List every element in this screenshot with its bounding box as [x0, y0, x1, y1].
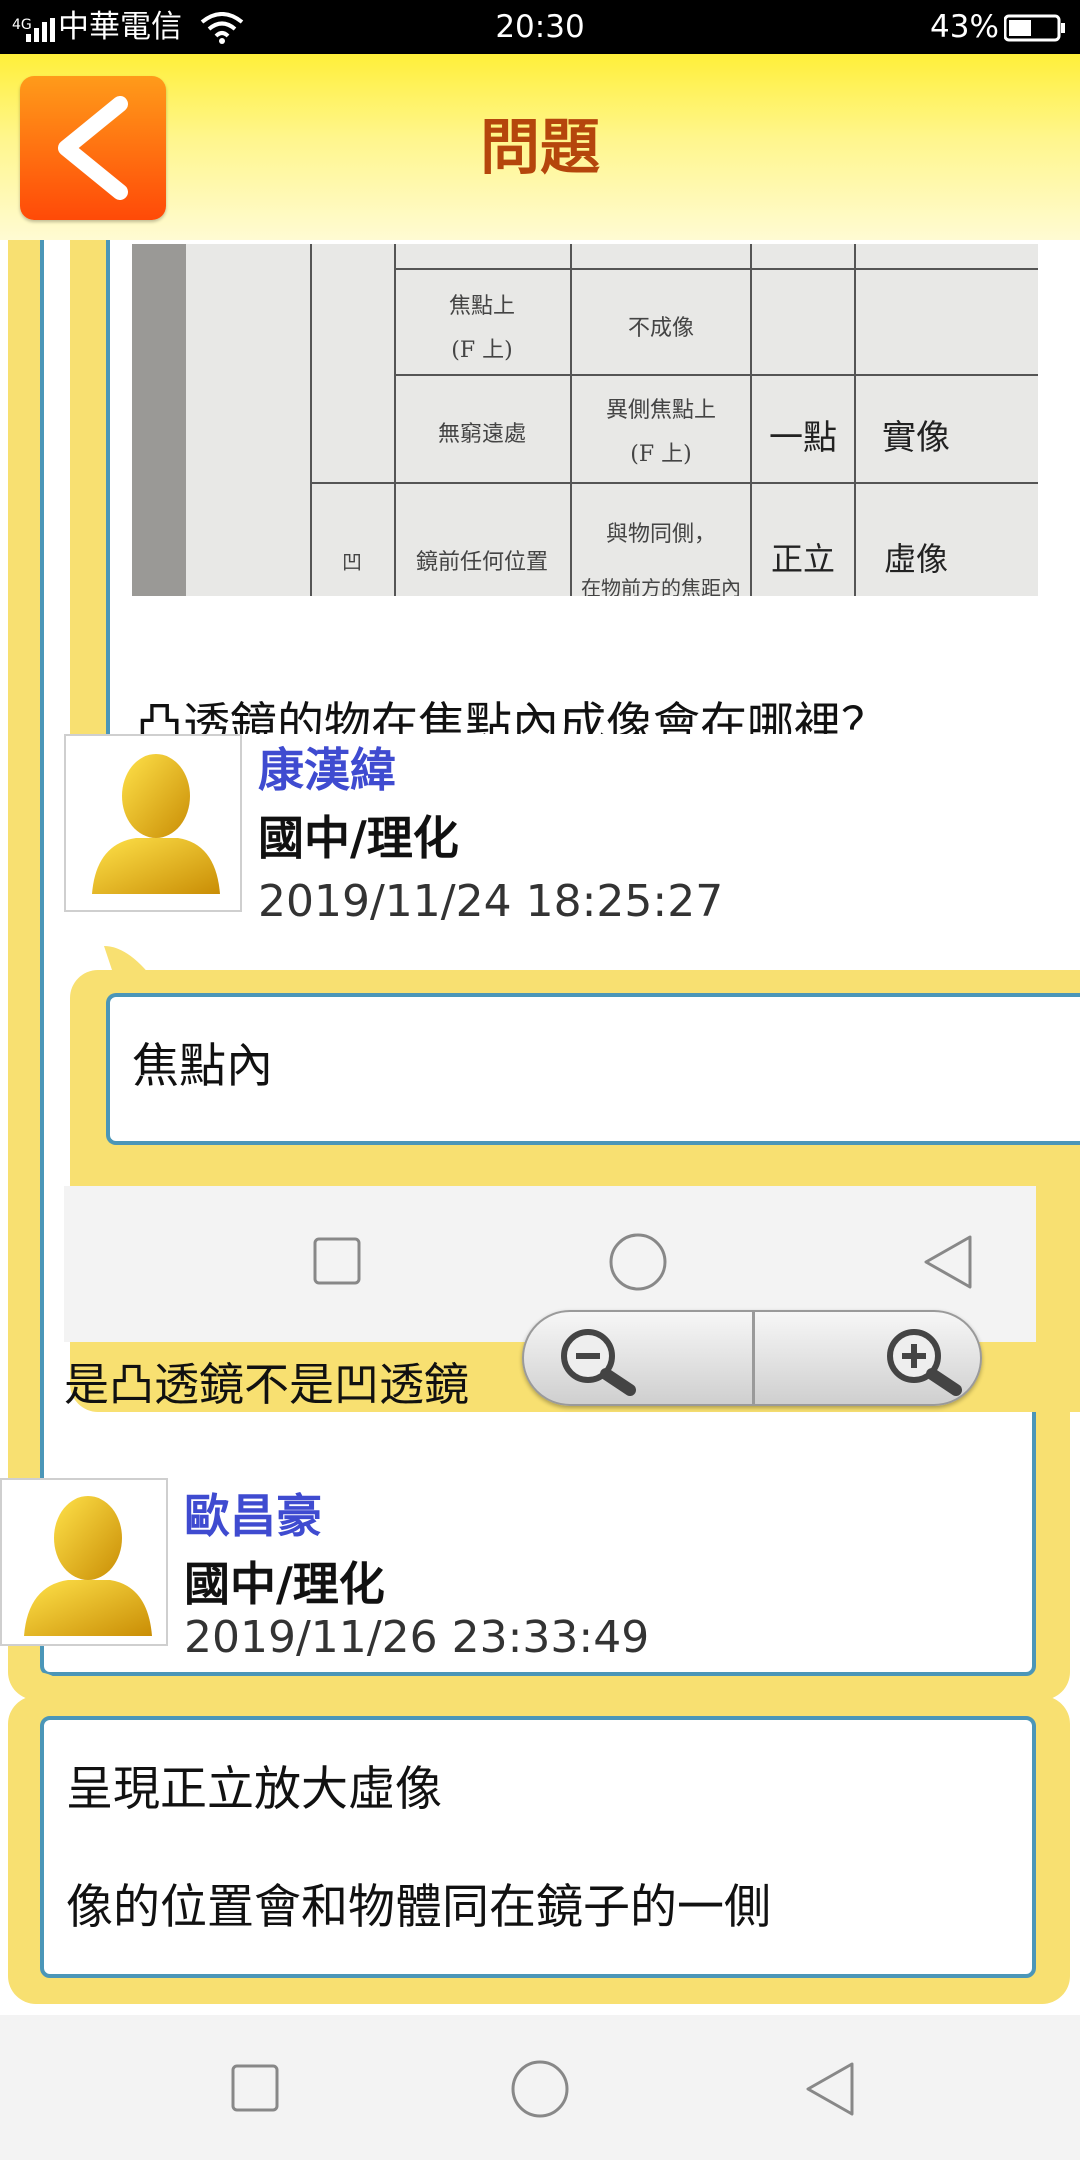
photo-cell: (F 上): [451, 338, 513, 363]
answer-text: 是凸透鏡不是凹透鏡: [64, 1358, 470, 1411]
avatar-icon: [92, 754, 220, 894]
author-subject: 國中/理化: [184, 1557, 385, 1611]
status-bar: 4G 中華電信 20:30 43%: [0, 0, 1080, 54]
photo-cell: 實像: [882, 418, 950, 458]
avatar: [0, 1478, 168, 1646]
photo-cell: 異側焦點上: [605, 398, 716, 423]
answer-box: 焦點內: [106, 993, 1080, 1145]
photo-cell: 不成像: [627, 316, 694, 341]
zoom-controls: [522, 1310, 982, 1406]
photo-cell: 焦點上: [448, 294, 515, 319]
avatar-icon: [24, 1496, 152, 1636]
answer-text-line: 呈現正立放大虛像: [66, 1762, 442, 1817]
photo-cell: (F 上): [630, 442, 692, 467]
photo-cell: 虛像: [883, 540, 948, 578]
zoom-in-icon[interactable]: [874, 1324, 974, 1396]
author-subject: 國中/理化: [258, 811, 459, 865]
battery-percent: 43%: [930, 9, 999, 45]
photo-cell: 一點: [769, 418, 837, 458]
answer-timestamp: 2019/11/24 18:25:27: [258, 876, 724, 927]
home-icon[interactable]: [608, 1232, 668, 1292]
photo-cell: 在物前方的焦距內: [581, 576, 741, 596]
battery-icon: [1004, 14, 1065, 42]
home-icon[interactable]: [510, 2059, 570, 2119]
photo-cell: 正立: [770, 540, 835, 578]
answer-text-line: 像的位置會和物體同在鏡子的一側: [66, 1880, 771, 1935]
system-nav-bar: [0, 2015, 1080, 2160]
photo-cell: 凹: [342, 550, 362, 574]
photo-cell: 鏡前任何位置: [415, 550, 548, 575]
author-name[interactable]: 歐昌豪: [184, 1480, 322, 1546]
page-title: 問題: [480, 113, 600, 183]
recent-apps-icon[interactable]: [312, 1236, 362, 1286]
zoom-out-icon[interactable]: [550, 1324, 650, 1396]
author-name[interactable]: 康漢緯: [258, 734, 396, 800]
answer-box: 呈現正立放大虛像 像的位置會和物體同在鏡子的一側: [40, 1716, 1036, 1978]
photo-cell: 與物同側，: [605, 522, 716, 547]
answer-timestamp: 2019/11/26 23:33:49: [184, 1612, 650, 1663]
answer-text: 焦點內: [132, 1039, 273, 1094]
photo-cell: 無窮遠處: [437, 422, 526, 447]
content-area: 焦點上 (F 上) 不成像 無窮遠處 異側焦點上 (F 上) 一點 實像 凹 鏡…: [0, 240, 1080, 2015]
avatar: [64, 734, 242, 912]
clock: 20:30: [495, 9, 585, 45]
back-nav-icon[interactable]: [922, 1234, 974, 1290]
question-photo: 焦點上 (F 上) 不成像 無窮遠處 異側焦點上 (F 上) 一點 實像 凹 鏡…: [132, 244, 1038, 596]
recent-apps-icon[interactable]: [230, 2063, 280, 2113]
back-nav-icon[interactable]: [804, 2061, 856, 2117]
